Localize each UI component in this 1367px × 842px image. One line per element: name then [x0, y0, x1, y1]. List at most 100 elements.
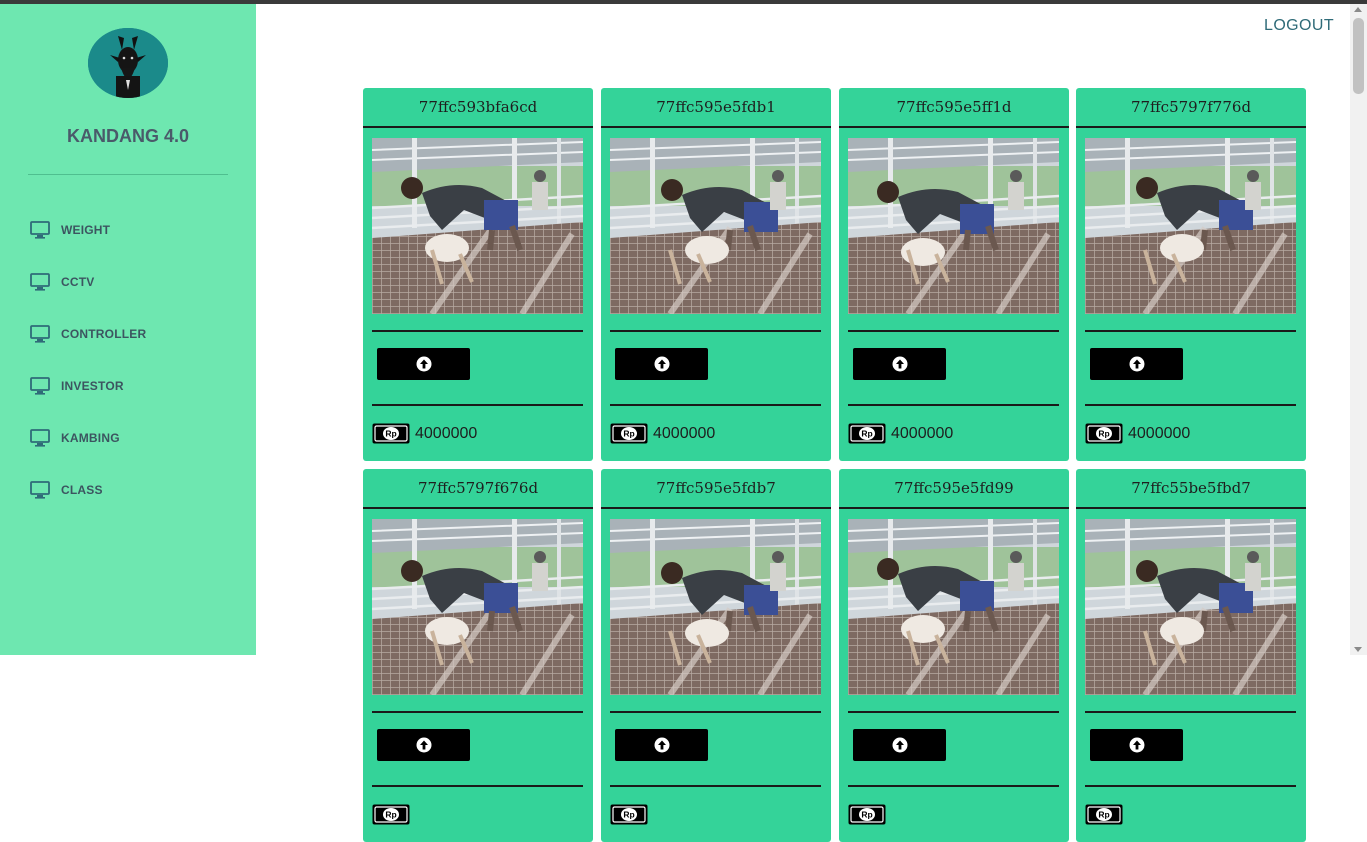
page-scrollbar[interactable]	[1350, 4, 1367, 655]
card-divider	[848, 711, 1059, 713]
rupiah-icon: Rp	[372, 423, 410, 444]
scroll-up-arrow-icon[interactable]	[1354, 7, 1362, 12]
price-row: Rp 4000000	[848, 423, 953, 444]
sidebar-item-investor[interactable]: INVESTOR	[30, 360, 240, 412]
card-divider	[848, 785, 1059, 787]
sidebar-item-class[interactable]: CLASS	[30, 464, 240, 516]
goat-id: 77ffc5797f776d	[1076, 88, 1306, 128]
logout-link[interactable]: LOGOUT	[1264, 17, 1334, 35]
monitor-icon	[30, 273, 50, 291]
upload-button[interactable]	[1090, 729, 1183, 761]
svg-text:Rp: Rp	[861, 810, 872, 820]
sidebar-item-controller[interactable]: CONTROLLER	[30, 308, 240, 360]
card-divider	[610, 785, 821, 787]
upload-button[interactable]	[615, 348, 708, 380]
goat-photo	[848, 138, 1059, 314]
goat-photo	[1085, 138, 1296, 314]
sidebar-item-label: KAMBING	[61, 431, 120, 445]
sidebar-item-cctv[interactable]: CCTV	[30, 256, 240, 308]
goat-photo	[848, 519, 1059, 695]
card-divider	[1085, 330, 1296, 332]
goat-id: 77ffc595e5fdb7	[601, 469, 831, 509]
card-divider	[848, 330, 1059, 332]
upload-button[interactable]	[853, 729, 946, 761]
goat-card: 77ffc5797f676d Rp	[363, 469, 593, 842]
goat-id: 77ffc593bfa6cd	[363, 88, 593, 128]
goat-photo	[1085, 519, 1296, 695]
rupiah-icon: Rp	[848, 804, 886, 825]
price-row: Rp	[372, 804, 415, 825]
svg-text:Rp: Rp	[1098, 810, 1109, 820]
sidebar-item-label: WEIGHT	[61, 223, 111, 237]
upload-button[interactable]	[853, 348, 946, 380]
monitor-icon	[30, 325, 50, 343]
goat-card: 77ffc55be5fbd7 Rp	[1076, 469, 1306, 842]
card-divider	[372, 785, 583, 787]
goat-photo	[372, 138, 583, 314]
monitor-icon	[30, 481, 50, 499]
price-row: Rp 4000000	[610, 423, 715, 444]
card-divider	[372, 711, 583, 713]
sidebar-divider	[28, 174, 228, 175]
sidebar-item-kambing[interactable]: KAMBING	[30, 412, 240, 464]
sidebar: KANDANG 4.0 WEIGHT CCTV CONTROLLER INVES…	[0, 4, 256, 655]
monitor-icon	[30, 377, 50, 395]
upload-button[interactable]	[615, 729, 708, 761]
goat-id: 77ffc595e5fdb1	[601, 88, 831, 128]
goat-card: 77ffc593bfa6cd Rp 4000000	[363, 88, 593, 461]
arrow-up-circle-icon	[1129, 737, 1144, 753]
card-divider	[372, 330, 583, 332]
goat-card: 77ffc595e5fd99 Rp	[839, 469, 1069, 842]
arrow-up-circle-icon	[892, 737, 907, 753]
goat-id: 77ffc55be5fbd7	[1076, 469, 1306, 509]
sidebar-item-label: CLASS	[61, 483, 103, 497]
upload-button[interactable]	[377, 348, 470, 380]
card-divider	[610, 404, 821, 406]
goat-card: 77ffc5797f776d Rp 4000000	[1076, 88, 1306, 461]
goat-card: 77ffc595e5fdb1 Rp 4000000	[601, 88, 831, 461]
price-value: 4000000	[415, 424, 478, 442]
card-divider	[1085, 711, 1296, 713]
sidebar-nav: WEIGHT CCTV CONTROLLER INVESTOR KAMBING …	[30, 204, 240, 516]
scroll-down-arrow-icon[interactable]	[1354, 647, 1362, 652]
svg-text:Rp: Rp	[385, 429, 396, 439]
arrow-up-circle-icon	[892, 356, 907, 372]
card-divider	[372, 404, 583, 406]
card-divider	[1085, 785, 1296, 787]
svg-text:Rp: Rp	[385, 810, 396, 820]
goat-photo	[372, 519, 583, 695]
rupiah-icon: Rp	[610, 423, 648, 444]
price-value: 4000000	[653, 424, 716, 442]
goat-photo	[610, 519, 821, 695]
arrow-up-circle-icon	[654, 737, 669, 753]
goat-id: 77ffc5797f676d	[363, 469, 593, 509]
scroll-thumb[interactable]	[1353, 18, 1364, 94]
rupiah-icon: Rp	[372, 804, 410, 825]
goat-id: 77ffc595e5ff1d	[839, 88, 1069, 128]
rupiah-icon: Rp	[610, 804, 648, 825]
arrow-up-circle-icon	[416, 356, 431, 372]
sidebar-item-label: INVESTOR	[61, 379, 124, 393]
price-row: Rp	[848, 804, 891, 825]
goat-logo	[88, 28, 168, 98]
goat-id: 77ffc595e5fd99	[839, 469, 1069, 509]
price-row: Rp 4000000	[1085, 423, 1190, 444]
upload-button[interactable]	[1090, 348, 1183, 380]
svg-text:Rp: Rp	[1098, 429, 1109, 439]
sidebar-item-weight[interactable]: WEIGHT	[30, 204, 240, 256]
card-divider	[610, 711, 821, 713]
svg-text:Rp: Rp	[861, 429, 872, 439]
brand-title: KANDANG 4.0	[66, 126, 190, 146]
goat-card: 77ffc595e5fdb7 Rp	[601, 469, 831, 842]
card-divider	[848, 404, 1059, 406]
arrow-up-circle-icon	[1129, 356, 1144, 372]
price-row: Rp 4000000	[372, 423, 477, 444]
price-row: Rp	[610, 804, 653, 825]
price-value: 4000000	[891, 424, 954, 442]
card-divider	[1085, 404, 1296, 406]
upload-button[interactable]	[377, 729, 470, 761]
monitor-icon	[30, 221, 50, 239]
rupiah-icon: Rp	[1085, 804, 1123, 825]
sidebar-item-label: CONTROLLER	[61, 327, 147, 341]
price-value: 4000000	[1128, 424, 1191, 442]
